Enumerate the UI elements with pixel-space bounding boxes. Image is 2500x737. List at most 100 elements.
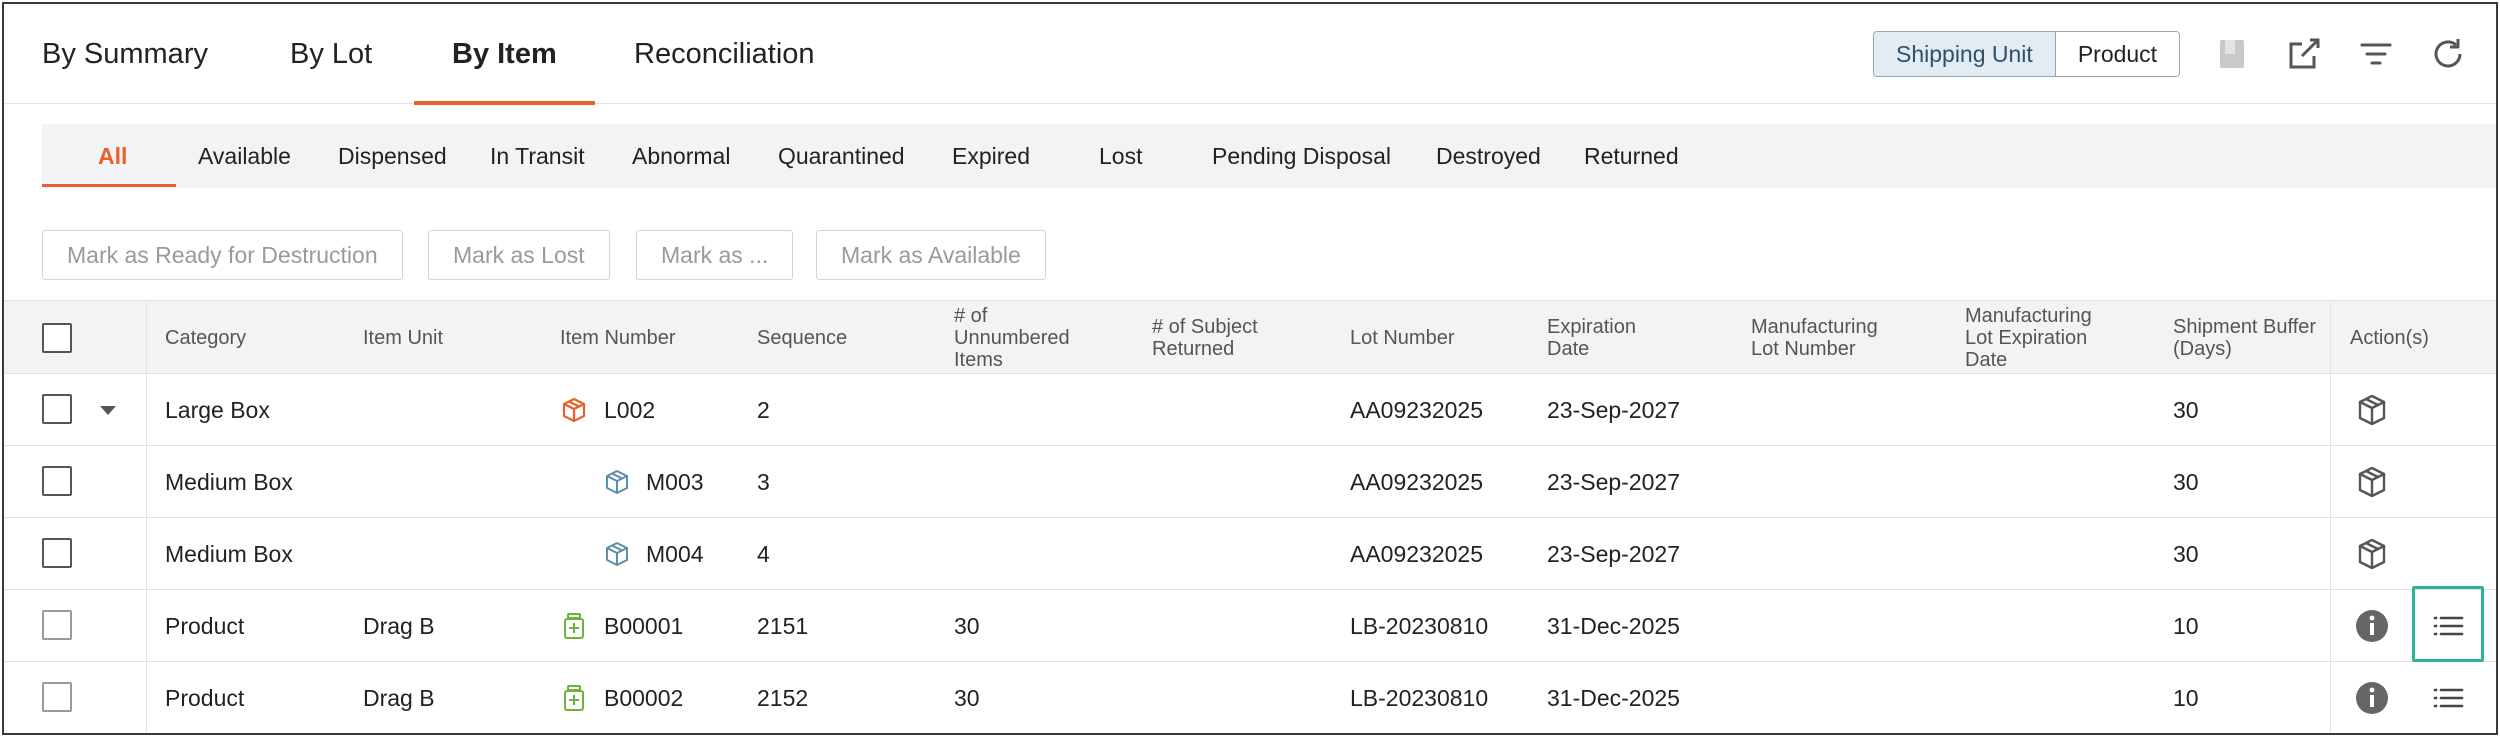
cell-category: Large Box <box>165 397 270 423</box>
package-icon[interactable] <box>2354 464 2390 500</box>
cell-unnumbered: 30 <box>954 685 980 711</box>
status-filter-bar: All Available Dispensed In Transit Abnor… <box>42 124 2496 188</box>
cell-category: Product <box>165 613 245 639</box>
top-bar: By Summary By Lot By Item Reconciliation… <box>4 4 2496 105</box>
table-row[interactable]: Large Box L002 2 AA09232025 23-Sep-2027 … <box>4 374 2496 446</box>
status-tab-all[interactable]: All <box>98 124 127 188</box>
status-tab-returned[interactable]: Returned <box>1584 124 1679 188</box>
focus-highlight-box <box>2412 586 2484 662</box>
expand-caret-icon[interactable] <box>100 406 116 415</box>
status-tab-quarantined[interactable]: Quarantined <box>778 124 905 188</box>
medicine-bottle-icon <box>560 612 588 640</box>
list-icon[interactable] <box>2430 680 2466 716</box>
column-header-item-unit[interactable]: Item Unit <box>363 301 443 375</box>
cell-lot-number: LB-20230810 <box>1350 685 1489 711</box>
large-box-icon <box>560 396 588 424</box>
cell-expiration: 31-Dec-2025 <box>1547 685 1680 711</box>
cell-buffer: 10 <box>2173 685 2199 711</box>
row-checkbox[interactable] <box>42 466 72 496</box>
column-header-shipment-buffer[interactable]: Shipment Buffer (Days) <box>2173 301 2316 375</box>
cell-item-unit: Drag B <box>363 685 435 711</box>
cell-buffer: 10 <box>2173 613 2199 639</box>
select-all-checkbox[interactable] <box>42 323 72 353</box>
tab-by-summary[interactable]: By Summary <box>42 4 208 104</box>
cell-category: Medium Box <box>165 541 293 567</box>
cell-item-number: L002 <box>604 397 656 423</box>
cell-buffer: 30 <box>2173 541 2199 567</box>
cell-item-number: M004 <box>646 541 704 567</box>
medium-box-icon <box>603 540 631 568</box>
cell-sequence: 3 <box>757 469 770 495</box>
info-icon[interactable] <box>2354 608 2390 644</box>
mark-as-more-button[interactable]: Mark as ... <box>636 230 794 280</box>
column-header-actions: Action(s) <box>2350 327 2429 349</box>
status-tab-pending-disposal[interactable]: Pending Disposal <box>1212 124 1391 188</box>
cell-lot-number: LB-20230810 <box>1350 613 1489 639</box>
filter-icon[interactable] <box>2356 34 2396 74</box>
cell-sequence: 4 <box>757 541 770 567</box>
info-icon[interactable] <box>2354 680 2390 716</box>
cell-item-unit: Drag B <box>363 613 435 639</box>
mark-as-lost-button[interactable]: Mark as Lost <box>428 230 610 280</box>
view-toggle: Shipping Unit Product <box>1873 31 2181 77</box>
status-tab-expired[interactable]: Expired <box>952 124 1030 188</box>
tab-reconciliation[interactable]: Reconciliation <box>634 4 815 104</box>
app-window: By Summary By Lot By Item Reconciliation… <box>2 2 2498 735</box>
package-icon[interactable] <box>2354 392 2390 428</box>
refresh-icon[interactable] <box>2428 34 2468 74</box>
cell-sequence: 2 <box>757 397 770 423</box>
cell-lot-number: AA09232025 <box>1350 541 1484 567</box>
column-header-unnumbered-items[interactable]: # of Unnumbered Items <box>954 301 1070 375</box>
active-tab-indicator <box>42 184 176 187</box>
cell-expiration: 23-Sep-2027 <box>1547 469 1680 495</box>
shipping-unit-toggle[interactable]: Shipping Unit <box>1874 32 2056 76</box>
cell-sequence: 2151 <box>757 613 809 639</box>
table-row[interactable]: Medium Box M003 3 AA09232025 23-Sep-2027… <box>4 446 2496 518</box>
status-tab-lost[interactable]: Lost <box>1099 124 1142 188</box>
column-divider <box>2330 300 2331 733</box>
row-checkbox[interactable] <box>42 610 72 640</box>
cell-expiration: 31-Dec-2025 <box>1547 613 1680 639</box>
column-header-category[interactable]: Category <box>165 301 246 375</box>
column-header-item-number[interactable]: Item Number <box>560 301 676 375</box>
column-header-mfg-lot-expiration[interactable]: Manufacturing Lot Expiration Date <box>1965 301 2092 375</box>
tab-by-item[interactable]: By Item <box>414 4 595 105</box>
package-icon[interactable] <box>2354 536 2390 572</box>
cell-buffer: 30 <box>2173 397 2199 423</box>
mark-ready-for-destruction-button[interactable]: Mark as Ready for Destruction <box>42 230 403 280</box>
status-tab-dispensed[interactable]: Dispensed <box>338 124 447 188</box>
table-header: Category Item Unit Item Number Sequence … <box>4 300 2496 374</box>
status-tab-in-transit[interactable]: In Transit <box>490 124 585 188</box>
cell-unnumbered: 30 <box>954 613 980 639</box>
cell-expiration: 23-Sep-2027 <box>1547 541 1680 567</box>
cell-category: Product <box>165 685 245 711</box>
table-row[interactable]: Product Drag B B00002 2152 30 LB-2023081… <box>4 662 2496 733</box>
column-header-mfg-lot-number[interactable]: Manufacturing Lot Number <box>1751 301 1878 375</box>
cell-lot-number: AA09232025 <box>1350 397 1484 423</box>
column-header-expiration-date[interactable]: Expiration Date <box>1547 301 1636 375</box>
cell-category: Medium Box <box>165 469 293 495</box>
mark-as-available-button[interactable]: Mark as Available <box>816 230 1046 280</box>
status-tab-available[interactable]: Available <box>198 124 291 188</box>
row-checkbox[interactable] <box>42 538 72 568</box>
cell-item-number: M003 <box>646 469 704 495</box>
column-header-subject-returned[interactable]: # of Subject Returned <box>1152 301 1258 375</box>
column-header-sequence[interactable]: Sequence <box>757 301 847 375</box>
open-external-icon[interactable] <box>2284 34 2324 74</box>
cell-item-number: B00002 <box>604 685 684 711</box>
status-tab-destroyed[interactable]: Destroyed <box>1436 124 1541 188</box>
bookmark-icon[interactable] <box>2212 34 2252 74</box>
cell-sequence: 2152 <box>757 685 809 711</box>
row-checkbox[interactable] <box>42 394 72 424</box>
medicine-bottle-icon <box>560 684 588 712</box>
product-toggle[interactable]: Product <box>2055 32 2180 76</box>
status-tab-abnormal[interactable]: Abnormal <box>632 124 730 188</box>
column-header-lot-number[interactable]: Lot Number <box>1350 301 1455 375</box>
table-row[interactable]: Medium Box M004 4 AA09232025 23-Sep-2027… <box>4 518 2496 590</box>
column-divider <box>146 300 147 733</box>
tab-by-lot[interactable]: By Lot <box>290 4 372 104</box>
row-checkbox[interactable] <box>42 682 72 712</box>
table-row[interactable]: Product Drag B B00001 2151 30 LB-2023081… <box>4 590 2496 662</box>
medium-box-icon <box>603 468 631 496</box>
cell-buffer: 30 <box>2173 469 2199 495</box>
